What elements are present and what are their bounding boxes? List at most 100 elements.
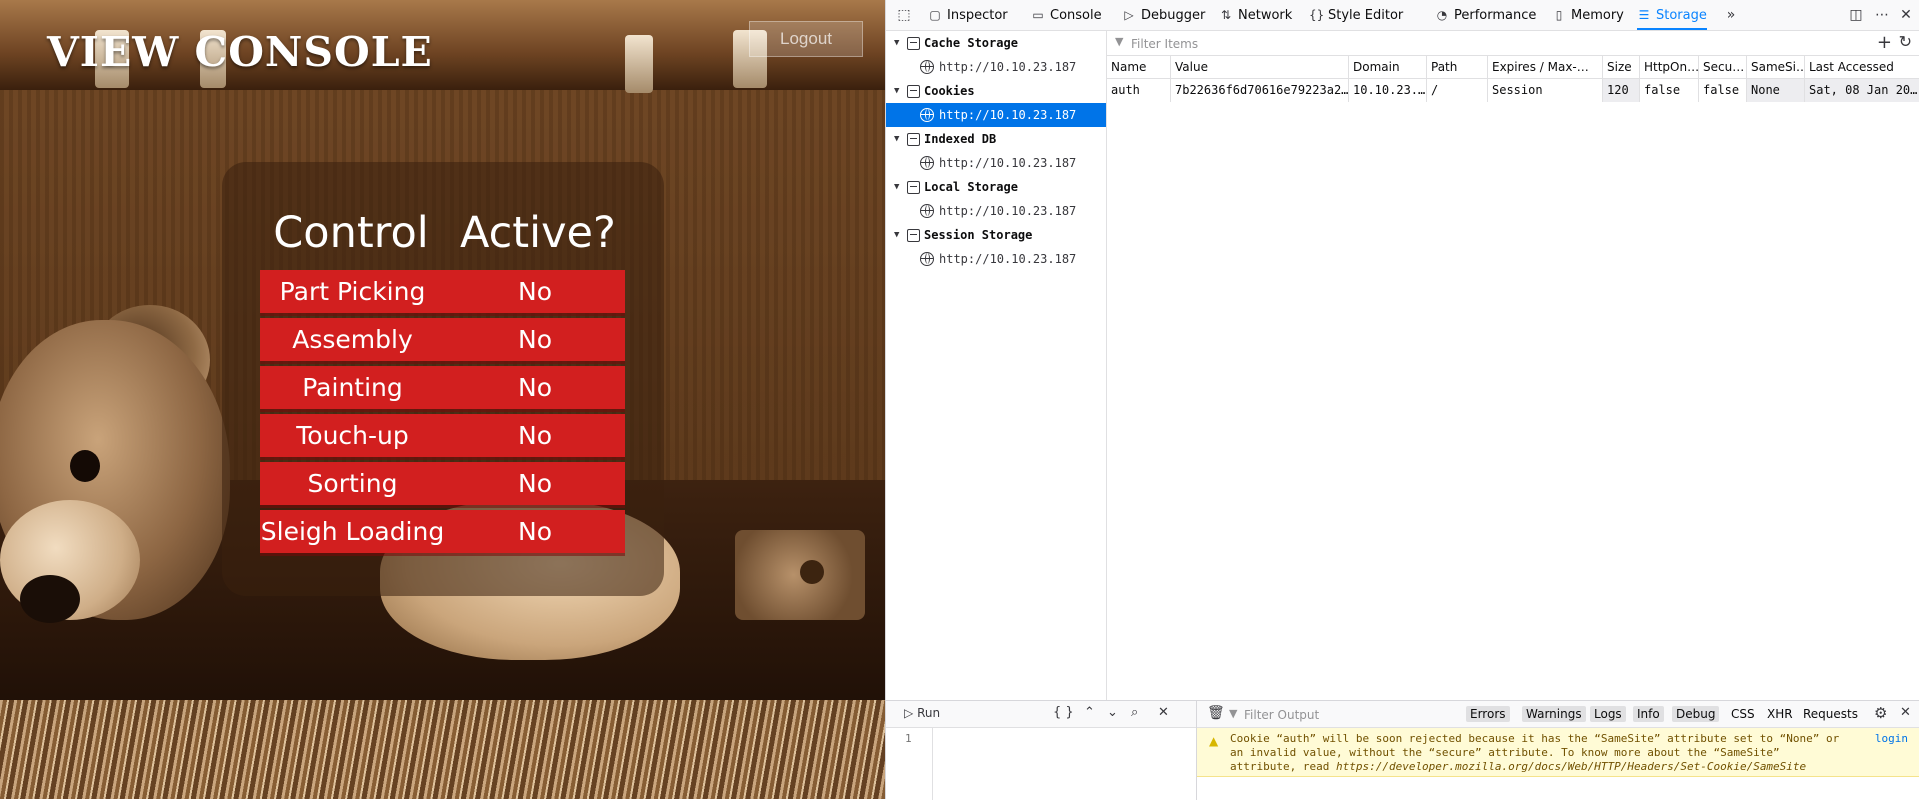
- refresh-icon[interactable]: ↻: [1899, 32, 1912, 51]
- filter-info-toggle[interactable]: Info: [1633, 706, 1664, 722]
- split-console: ▷ Run { } ⌃ ⌄ ⌕ ✕ 1 🗑 ▼ Errors Warnings …: [886, 700, 1919, 800]
- globe-icon: [920, 252, 934, 266]
- web-page: VIEW CONSOLE Logout Control Active? Part…: [0, 0, 885, 799]
- filter-xhr-toggle[interactable]: XHR: [1763, 706, 1797, 722]
- element-picker-icon[interactable]: ⬚: [894, 0, 914, 30]
- filter-logs-toggle[interactable]: Logs: [1590, 706, 1626, 722]
- cookie-name-cell[interactable]: auth: [1107, 79, 1171, 102]
- reverse-search-icon[interactable]: ⌕: [1131, 705, 1138, 720]
- tree-category-indexed-db[interactable]: ▼ Indexed DB: [886, 127, 1106, 151]
- tree-category-session-storage[interactable]: ▼ Session Storage: [886, 223, 1106, 247]
- page-title: VIEW CONSOLE: [47, 28, 433, 76]
- tree-host-item-selected[interactable]: http://10.10.23.187: [886, 103, 1106, 127]
- expand-arrow-icon[interactable]: ▼: [894, 175, 899, 199]
- control-row: Touch-up No: [260, 414, 625, 457]
- cookie-httponly-cell[interactable]: false: [1640, 79, 1699, 102]
- cookie-domain-cell[interactable]: 10.10.23.…: [1349, 79, 1427, 102]
- cookie-samesite-cell[interactable]: None: [1747, 79, 1805, 102]
- tab-storage[interactable]: ☰ Storage: [1637, 0, 1707, 30]
- column-header-size[interactable]: Size: [1603, 56, 1640, 79]
- globe-icon: [920, 60, 934, 74]
- network-icon: ⇅: [1220, 8, 1232, 22]
- background-grass: [0, 700, 885, 799]
- cookie-size-cell[interactable]: 120: [1603, 79, 1640, 102]
- cookie-expires-cell[interactable]: Session: [1488, 79, 1603, 102]
- control-name: Sleigh Loading: [260, 517, 445, 546]
- control-status: No: [518, 373, 552, 402]
- more-options-icon[interactable]: ⋯: [1872, 0, 1892, 30]
- storage-type-icon: [907, 37, 920, 50]
- message-source-link[interactable]: login: [1875, 732, 1908, 745]
- overflow-tabs-icon[interactable]: »: [1721, 0, 1741, 30]
- tree-category-cache-storage[interactable]: ▼ Cache Storage: [886, 31, 1106, 55]
- performance-icon: ◔: [1436, 8, 1448, 22]
- cookie-secure-cell[interactable]: false: [1699, 79, 1747, 102]
- filter-icon: ▼: [1229, 707, 1238, 720]
- tab-debugger[interactable]: ▷ Debugger: [1122, 0, 1205, 30]
- tab-style-editor[interactable]: {} Style Editor: [1309, 0, 1403, 30]
- close-console-icon[interactable]: ✕: [1900, 705, 1911, 720]
- tree-category-cookies[interactable]: ▼ Cookies: [886, 79, 1106, 103]
- column-header-samesite[interactable]: SameSi…: [1747, 56, 1805, 79]
- filter-debug-toggle[interactable]: Debug: [1672, 706, 1720, 722]
- column-header-path[interactable]: Path: [1427, 56, 1488, 79]
- history-previous-icon[interactable]: ⌃: [1084, 705, 1095, 720]
- control-row: Painting No: [260, 366, 625, 409]
- filter-warnings-toggle[interactable]: Warnings: [1522, 706, 1586, 722]
- tree-category-local-storage[interactable]: ▼ Local Storage: [886, 175, 1106, 199]
- tree-host-item[interactable]: http://10.10.23.187: [886, 151, 1106, 175]
- play-icon: ▷: [904, 706, 914, 720]
- trunk-latch: [625, 35, 653, 93]
- debugger-icon: ▷: [1124, 8, 1134, 22]
- control-name: Painting: [302, 373, 403, 402]
- column-header-value[interactable]: Value: [1171, 56, 1349, 79]
- column-header-expires[interactable]: Expires / Max-…: [1488, 56, 1603, 79]
- history-next-icon[interactable]: ⌄: [1107, 705, 1118, 720]
- tree-host-item[interactable]: http://10.10.23.187: [886, 247, 1106, 271]
- pretty-print-icon[interactable]: { }: [1053, 705, 1074, 720]
- warning-icon: ▲: [1209, 734, 1219, 748]
- trunk-lock: [735, 530, 865, 620]
- logout-button[interactable]: Logout: [749, 21, 863, 57]
- expand-arrow-icon[interactable]: ▼: [894, 223, 899, 247]
- tab-console[interactable]: ▭ Console: [1031, 0, 1101, 30]
- tree-host-item[interactable]: http://10.10.23.187: [886, 55, 1106, 79]
- close-icon[interactable]: ✕: [1896, 0, 1916, 30]
- cookie-path-cell[interactable]: /: [1427, 79, 1488, 102]
- column-header-httponly[interactable]: HttpOn…: [1640, 56, 1699, 79]
- column-header-last-accessed[interactable]: Last Accessed: [1805, 56, 1919, 79]
- column-header-domain[interactable]: Domain: [1349, 56, 1427, 79]
- filter-items-input[interactable]: [1129, 34, 1833, 54]
- cookie-value-cell[interactable]: 7b22636f6d70616e79223a2…: [1171, 79, 1349, 102]
- filter-output-input[interactable]: [1242, 705, 1456, 725]
- filter-icon: ▼: [1115, 35, 1124, 48]
- tab-memory[interactable]: ▯ Memory: [1552, 0, 1624, 30]
- tab-performance[interactable]: ◔ Performance: [1435, 0, 1537, 30]
- tab-inspector[interactable]: ▢ Inspector: [928, 0, 1007, 30]
- tree-host-item[interactable]: http://10.10.23.187: [886, 199, 1106, 223]
- inspector-icon: ▢: [929, 8, 941, 22]
- control-row: Part Picking No: [260, 270, 625, 313]
- filter-css-toggle[interactable]: CSS: [1727, 706, 1759, 722]
- add-item-icon[interactable]: +: [1877, 32, 1892, 53]
- control-status: No: [518, 517, 552, 546]
- console-editor: ▷ Run { } ⌃ ⌄ ⌕ ✕ 1: [886, 701, 1197, 800]
- samesite-docs-link[interactable]: https://developer.mozilla.org/docs/Web/H…: [1336, 760, 1806, 773]
- filter-errors-toggle[interactable]: Errors: [1466, 706, 1510, 722]
- control-status: No: [518, 277, 552, 306]
- settings-gear-icon[interactable]: ⚙: [1874, 704, 1887, 722]
- devtools-panel: ⬚ ▢ Inspector ▭ Console ▷ Debugger ⇅ Network…: [885, 0, 1919, 800]
- expand-arrow-icon[interactable]: ▼: [894, 127, 899, 151]
- tab-network[interactable]: ⇅ Network: [1219, 0, 1292, 30]
- clear-console-icon[interactable]: 🗑: [1207, 705, 1225, 721]
- cookie-last-accessed-cell[interactable]: Sat, 08 Jan 20…: [1805, 79, 1919, 102]
- style-editor-icon: {}: [1309, 8, 1325, 22]
- column-header-secure[interactable]: Secu…: [1699, 56, 1747, 79]
- expand-arrow-icon[interactable]: ▼: [894, 31, 899, 55]
- close-editor-icon[interactable]: ✕: [1158, 705, 1169, 720]
- run-button[interactable]: ▷ Run: [904, 706, 940, 720]
- filter-requests-toggle[interactable]: Requests: [1799, 706, 1862, 722]
- dock-toggle-icon[interactable]: ◫: [1846, 0, 1866, 30]
- expand-arrow-icon[interactable]: ▼: [894, 79, 899, 103]
- column-header-name[interactable]: Name: [1107, 56, 1171, 79]
